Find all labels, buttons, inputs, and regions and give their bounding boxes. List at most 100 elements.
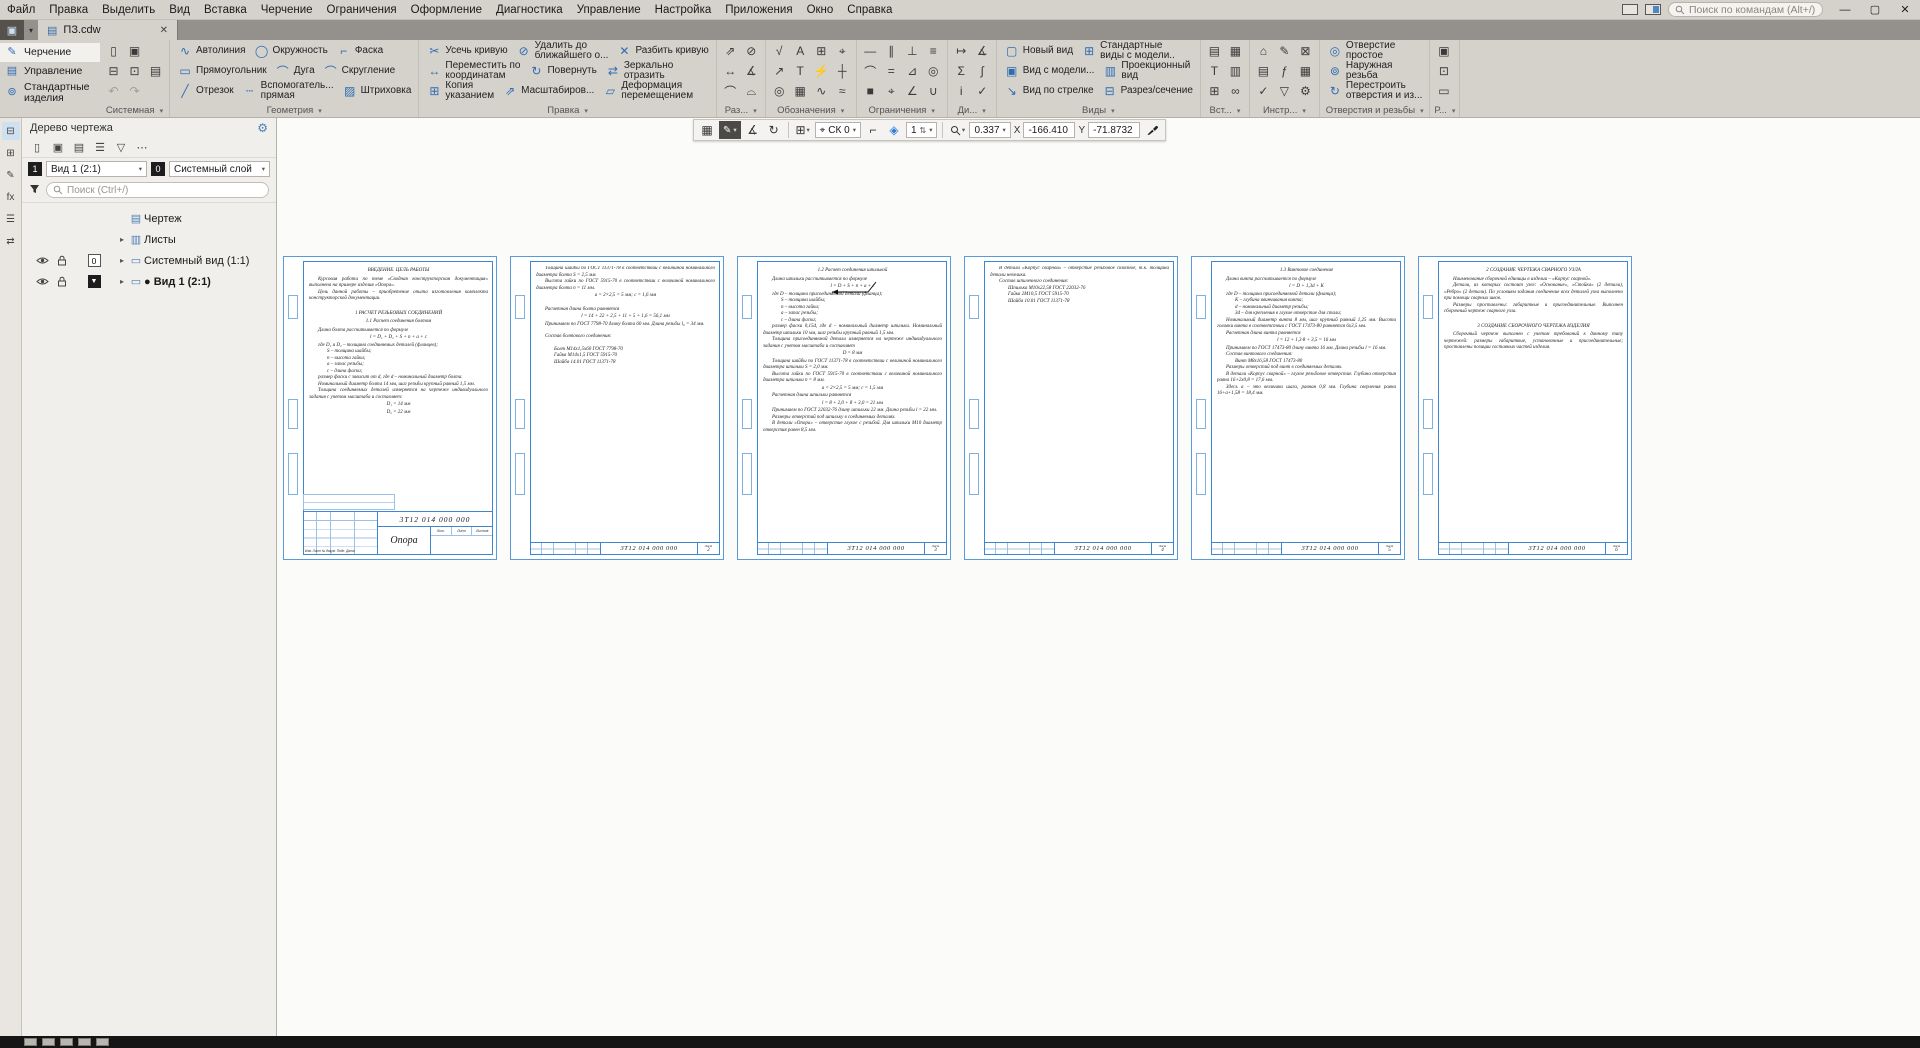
snap-settings-button[interactable]: ✎▾ xyxy=(719,121,741,139)
split-curve-button[interactable]: ✕Разбить кривую xyxy=(613,41,711,61)
construction-line-button[interactable]: ┄Вспомогатель...прямая xyxy=(239,81,337,101)
tree-node[interactable]: ▸▥Листы xyxy=(22,229,276,250)
tool-grid-icon[interactable]: ▦ xyxy=(1296,62,1315,81)
taskbar-item[interactable] xyxy=(96,1038,109,1046)
circle-button[interactable]: ◯Окружность xyxy=(251,41,331,61)
roughness-icon[interactable]: √ xyxy=(770,42,789,61)
sheet-page[interactable]: Толщина шайбы по ГОСТ 11371-78 в соответ… xyxy=(510,256,724,560)
ribbon-group-label-dimensions[interactable]: Раз...▾ xyxy=(721,104,761,117)
tolerance-frame-icon[interactable]: ⊞ xyxy=(812,42,831,61)
datum-icon[interactable]: A xyxy=(791,42,810,61)
copy-by-point-button[interactable]: ⊞Копияуказанием xyxy=(423,81,497,101)
y-coordinate-input[interactable]: -71.8732 xyxy=(1088,122,1140,138)
taskbar-item[interactable] xyxy=(42,1038,55,1046)
print-icon[interactable]: ⊟ xyxy=(104,62,123,81)
arc-dimension-icon[interactable]: ⌓ xyxy=(742,82,761,101)
tool-erase-icon[interactable]: ⊠ xyxy=(1296,42,1315,61)
fillet-button[interactable]: ⌒Скругление xyxy=(320,61,399,81)
close-button[interactable]: ✕ xyxy=(1890,0,1920,19)
curve-info-icon[interactable]: i xyxy=(952,82,971,101)
tool-macro-icon[interactable]: ƒ xyxy=(1275,62,1294,81)
tab-list-caret-icon[interactable]: ▾ xyxy=(24,20,38,40)
r-group-icon-2[interactable]: ⊡ xyxy=(1434,62,1453,81)
mirror-button[interactable]: ⇄Зеркальноотразить xyxy=(602,61,676,81)
expand-arrow-icon[interactable]: ▸ xyxy=(116,256,128,265)
radial-dimension-icon[interactable]: ⌒ xyxy=(721,82,740,101)
grid-toggle-icon[interactable]: ⊞▾ xyxy=(794,121,812,139)
ribbon-tab-management[interactable]: ▤Управление xyxy=(0,62,100,81)
expand-arrow-icon[interactable]: ▸ xyxy=(116,235,128,244)
measure-length-icon[interactable]: ∫ xyxy=(973,62,992,81)
ribbon-group-label-diagnostics[interactable]: Ди...▾ xyxy=(952,104,992,117)
scale-button[interactable]: ⇗Масштабиров... xyxy=(499,81,597,101)
break-line-icon[interactable]: ≈ xyxy=(833,82,852,101)
tree-views-icon[interactable]: ▤ xyxy=(71,140,87,156)
current-view-select[interactable]: Вид 1 (2:1) ▾ xyxy=(46,161,147,177)
arc-button[interactable]: ⌒Дуга xyxy=(272,61,318,81)
menu-item[interactable]: Файл xyxy=(0,0,42,19)
line-segment-button[interactable]: ╱Отрезок xyxy=(174,81,237,101)
measure-angle-icon[interactable]: ∡ xyxy=(973,42,992,61)
menu-item[interactable]: Черчение xyxy=(254,0,320,19)
tree-node[interactable]: 0▸▭Системный вид (1:1) xyxy=(22,250,276,271)
taskbar-item[interactable] xyxy=(78,1038,91,1046)
strip-tree-icon[interactable]: ⊟ xyxy=(2,122,20,140)
tree-node[interactable]: ▼▸▭● Вид 1 (2:1) xyxy=(22,271,276,292)
check-document-icon[interactable]: ✓ xyxy=(973,82,992,101)
taskbar-item[interactable] xyxy=(60,1038,73,1046)
menu-item[interactable]: Вид xyxy=(162,0,197,19)
tool-pen-icon[interactable]: ✎ xyxy=(1275,42,1294,61)
ribbon-group-label-r[interactable]: Р...▾ xyxy=(1434,104,1455,117)
command-search-input[interactable]: Поиск по командам (Alt+/) xyxy=(1668,2,1823,17)
insert-fragment-icon[interactable]: ▤ xyxy=(1205,42,1224,61)
eye-icon[interactable] xyxy=(32,256,52,265)
tab-close-icon[interactable]: ✕ xyxy=(160,25,168,36)
midpoint-constraint-icon[interactable]: ⌖ xyxy=(882,82,901,101)
insert-link-icon[interactable]: ∞ xyxy=(1226,82,1245,101)
angular-dimension-icon[interactable]: ∡ xyxy=(742,62,761,81)
tree-more-icon[interactable]: ⋯ xyxy=(134,140,150,156)
tangent-constraint-icon[interactable]: ⌒ xyxy=(861,62,880,81)
sheet-page[interactable]: В детали «Корпус сварной» – отверстие ре… xyxy=(964,256,1178,560)
tool-check-icon[interactable]: ✓ xyxy=(1254,82,1273,101)
new-document-icon[interactable]: ▯ xyxy=(104,42,123,61)
sheet-page[interactable]: 1.2 Расчет соединения шпилькойДлина шпил… xyxy=(737,256,951,560)
table-icon[interactable]: ▦ xyxy=(791,82,810,101)
deform-move-button[interactable]: ▱Деформацияперемещением xyxy=(599,81,696,101)
menu-item[interactable]: Приложения xyxy=(718,0,799,19)
insert-picture-icon[interactable]: ▦ xyxy=(1226,42,1245,61)
zoom-menu-icon[interactable]: ▾ xyxy=(948,121,966,139)
weld-icon[interactable]: ⚡ xyxy=(812,62,831,81)
strip-fx-icon[interactable]: fx xyxy=(2,188,20,206)
section-view-button[interactable]: ⊟Разрез/сечение xyxy=(1099,81,1196,101)
tool-layers-icon[interactable]: ▤ xyxy=(1254,62,1273,81)
view-by-arrow-button[interactable]: ↘Вид по стрелке xyxy=(1001,81,1097,101)
measure-area-icon[interactable]: Σ xyxy=(952,62,971,81)
strip-menu-icon[interactable]: ☰ xyxy=(2,210,20,228)
ribbon-group-label-geometry[interactable]: Геометрия▾ xyxy=(174,104,414,117)
tool-home-icon[interactable]: ⌂ xyxy=(1254,42,1273,61)
menu-item[interactable]: Управление xyxy=(570,0,648,19)
tool-settings-icon[interactable]: ⚙ xyxy=(1296,82,1315,101)
menu-item[interactable]: Настройка xyxy=(648,0,719,19)
tree-sheets-icon[interactable]: ▣ xyxy=(50,140,66,156)
angle-snap-icon[interactable]: ∡ xyxy=(744,121,762,139)
move-by-coords-button[interactable]: ↔Переместить покоординатам xyxy=(423,61,523,81)
position-icon[interactable]: ◎ xyxy=(770,82,789,101)
menu-item[interactable]: Справка xyxy=(840,0,899,19)
insert-table-icon[interactable]: ▥ xyxy=(1226,62,1245,81)
strip-swap-icon[interactable]: ⇄ xyxy=(2,232,20,250)
expand-arrow-icon[interactable]: ▸ xyxy=(116,277,128,286)
grid-display-icon[interactable]: ▦ xyxy=(698,121,716,139)
layer-select[interactable]: 1 ⇅ ▾ xyxy=(906,122,938,138)
ribbon-tab-standard-parts[interactable]: ⊚Стандартные изделия xyxy=(0,81,100,105)
measure-distance-icon[interactable]: ↦ xyxy=(952,42,971,61)
menu-item[interactable]: Вставка xyxy=(197,0,254,19)
menu-item[interactable]: Выделить xyxy=(95,0,162,19)
lock-icon[interactable] xyxy=(52,276,72,287)
ribbon-tab-drawing[interactable]: ✎Черчение xyxy=(0,43,100,62)
ribbon-group-label-notations[interactable]: Обозначения▾ xyxy=(770,104,852,117)
tool-filter-icon[interactable]: ▽ xyxy=(1275,82,1294,101)
open-document-icon[interactable]: ▣ xyxy=(125,42,144,61)
insert-object-icon[interactable]: ⊞ xyxy=(1205,82,1224,101)
